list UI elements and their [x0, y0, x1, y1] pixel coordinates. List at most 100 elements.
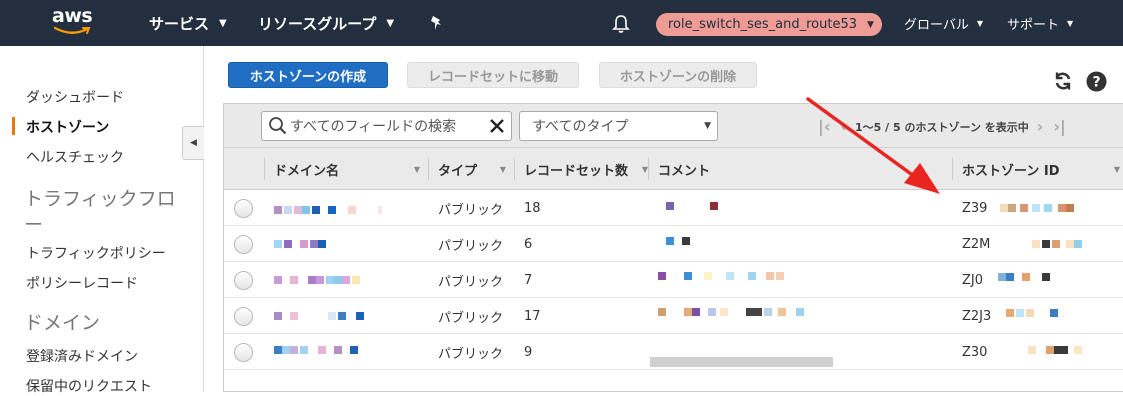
go-to-record-sets-button[interactable]: レコードセットに移動 [407, 62, 579, 88]
svg-text:?: ? [1092, 75, 1100, 91]
row-select-radio[interactable] [234, 199, 253, 218]
search-placeholder: すべてのフィールドの検索 [290, 119, 457, 135]
hosted-zone-id-prefix: Z39 [962, 200, 988, 216]
type-cell: パブリック [438, 310, 504, 326]
record-count-cell: 6 [524, 236, 533, 252]
type-filter-select[interactable]: すべてのタイプ ▼ [519, 111, 718, 141]
active-item-marker [12, 117, 15, 135]
services-label: サービス [149, 14, 210, 33]
sidebar-item-health-checks[interactable]: ヘルスチェック [26, 147, 124, 167]
chevron-down-icon: ▼ [976, 18, 984, 28]
delete-hosted-zone-button[interactable]: ホストゾーンの削除 [599, 62, 757, 88]
domain-name-cell-redacted [272, 226, 382, 262]
role-label: role_switch_ses_and_route53 [668, 17, 858, 32]
refresh-button[interactable] [1053, 71, 1073, 95]
resource-groups-label: リソースグループ [258, 14, 377, 33]
aws-smile-icon [54, 26, 91, 34]
bell-icon [612, 15, 630, 33]
column-header-type[interactable]: タイプ ▼ [438, 148, 512, 190]
column-header-domain-name[interactable]: ドメイン名 ▼ [274, 148, 426, 190]
region-menu[interactable]: グローバル ▼ [904, 0, 983, 46]
services-menu[interactable]: サービス ▼ [149, 0, 227, 46]
pin-button[interactable] [430, 0, 444, 46]
column-header-comment[interactable]: コメント [658, 148, 948, 190]
sidebar-item-traffic-policies[interactable]: トラフィックポリシー [26, 243, 166, 263]
chevron-left-icon: ◀ [190, 138, 197, 148]
chevron-down-icon: ▼ [219, 17, 227, 29]
type-cell: パブリック [438, 202, 504, 218]
sidebar: ダッシュボード ホストゾーン ヘルスチェック トラフィックフロー トラフィックポ… [0, 46, 204, 395]
role-switch-menu[interactable]: role_switch_ses_and_route53 ▼ [656, 13, 882, 36]
hosted-zone-id-cell: Z39 [962, 190, 1112, 226]
sidebar-item-registered-domains[interactable]: 登録済みドメイン [26, 346, 138, 366]
pagination: |‹ ‹ 1～5 / 5 のホストゾーン を表示中 › ›| [818, 117, 1066, 136]
chevron-down-icon: ▼ [386, 17, 395, 29]
row-select-radio[interactable] [234, 235, 253, 254]
first-page-icon[interactable]: |‹ [818, 117, 830, 136]
column-header-label: タイプ [438, 163, 478, 179]
sort-icon: ▼ [1113, 164, 1120, 174]
type-cell: パブリック [438, 346, 504, 362]
search-input[interactable]: すべてのフィールドの検索 [261, 111, 512, 141]
column-divider [648, 158, 649, 180]
column-header-hosted-zone-id[interactable]: ホストゾーン ID ▼ [962, 148, 1120, 190]
hosted-zones-panel: すべてのフィールドの検索 すべてのタイプ ▼ |‹ ‹ 1～5 / 5 のホスト… [223, 103, 1123, 392]
resource-groups-menu[interactable]: リソースグループ ▼ [258, 0, 394, 46]
create-hosted-zone-button[interactable]: ホストゾーンの作成 [228, 62, 388, 88]
table-header: ドメイン名 ▼ タイプ ▼ レコードセット数 ▼ コメント ホストゾーン ID … [224, 148, 1123, 190]
sidebar-item-dashboard[interactable]: ダッシュボード [26, 87, 124, 107]
sidebar-collapse-button[interactable]: ◀ [182, 126, 204, 160]
hosted-zone-id-cell: Z30 [962, 334, 1112, 370]
domain-name-cell-redacted [272, 262, 382, 298]
pin-icon [431, 16, 441, 30]
hosted-zone-id-prefix: Z30 [962, 344, 988, 360]
pagination-text: 1～5 / 5 のホストゾーン を表示中 [855, 120, 1029, 134]
notifications-button[interactable] [612, 14, 630, 38]
next-page-icon[interactable]: › [1037, 117, 1044, 136]
record-count-cell: 9 [524, 344, 533, 360]
last-page-icon[interactable]: ›| [1053, 117, 1065, 136]
column-header-record-count[interactable]: レコードセット数 ▼ [524, 148, 648, 190]
help-button[interactable]: ? [1086, 71, 1107, 96]
column-header-label: ホストゾーン ID [962, 163, 1060, 179]
table-row[interactable]: パブリック 6 Z2M [224, 226, 1123, 262]
type-filter-value: すべてのタイプ [532, 119, 629, 135]
row-select-radio[interactable] [234, 307, 253, 326]
record-count-cell: 17 [524, 308, 541, 324]
chevron-down-icon: ▼ [1067, 18, 1074, 28]
clear-search-icon[interactable] [489, 118, 505, 134]
hosted-zone-id-prefix: Z2J3 [962, 308, 992, 324]
hosted-zone-id-cell: ZJ0 [962, 262, 1112, 298]
sidebar-item-hosted-zones[interactable]: ホストゾーン [26, 117, 109, 137]
domain-name-cell-redacted [272, 190, 382, 226]
hosted-zone-id-cell: Z2J3 [962, 298, 1112, 334]
support-menu[interactable]: サポート ▼ [1007, 0, 1073, 46]
table-row[interactable]: パブリック 18 Z39 [224, 190, 1123, 226]
column-divider [428, 158, 429, 180]
refresh-icon [1055, 72, 1071, 90]
sidebar-item-pending-requests[interactable]: 保留中のリクエスト [26, 376, 152, 396]
hosted-zone-id-cell: Z2M [962, 226, 1112, 262]
aws-logo[interactable]: aws [52, 6, 96, 40]
sort-icon: ▼ [413, 164, 420, 174]
row-select-radio[interactable] [234, 271, 253, 290]
hosted-zone-id-prefix: Z2M [962, 236, 991, 252]
type-cell: パブリック [438, 238, 504, 254]
sidebar-heading-domains: ドメイン [24, 312, 101, 334]
column-divider [514, 158, 515, 180]
column-header-label: コメント [658, 163, 711, 179]
region-label: グローバル [904, 17, 969, 33]
row-select-radio[interactable] [234, 343, 253, 362]
comment-cell-redacted [658, 262, 838, 298]
chevron-down-icon: ▼ [867, 19, 874, 30]
table-row[interactable]: パブリック 17 Z2J3 [224, 298, 1123, 334]
horizontal-scrollbar[interactable] [650, 357, 833, 367]
sidebar-item-policy-records[interactable]: ポリシーレコード [26, 273, 138, 293]
column-divider [264, 158, 265, 180]
table-row[interactable]: パブリック 7 ZJ0 [224, 262, 1123, 298]
prev-page-icon[interactable]: ‹ [840, 117, 847, 136]
comment-cell-redacted [658, 190, 838, 226]
column-header-label: レコードセット数 [524, 163, 629, 179]
type-cell: パブリック [438, 274, 504, 290]
sidebar-heading-traffic-flow: トラフィックフロー [24, 188, 176, 236]
